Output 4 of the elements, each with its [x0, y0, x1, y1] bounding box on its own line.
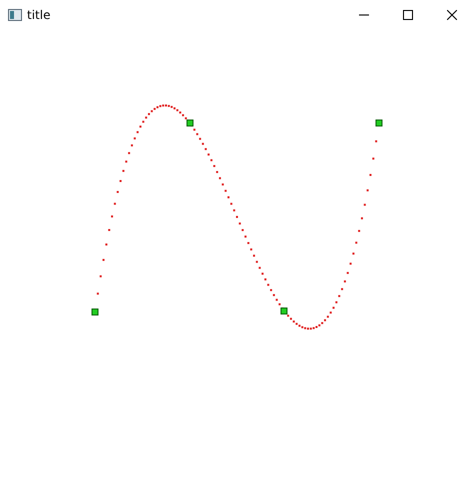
app-icon: [8, 9, 22, 21]
close-icon: [447, 10, 457, 20]
maximize-icon: [403, 10, 413, 20]
window-title: title: [27, 8, 50, 22]
